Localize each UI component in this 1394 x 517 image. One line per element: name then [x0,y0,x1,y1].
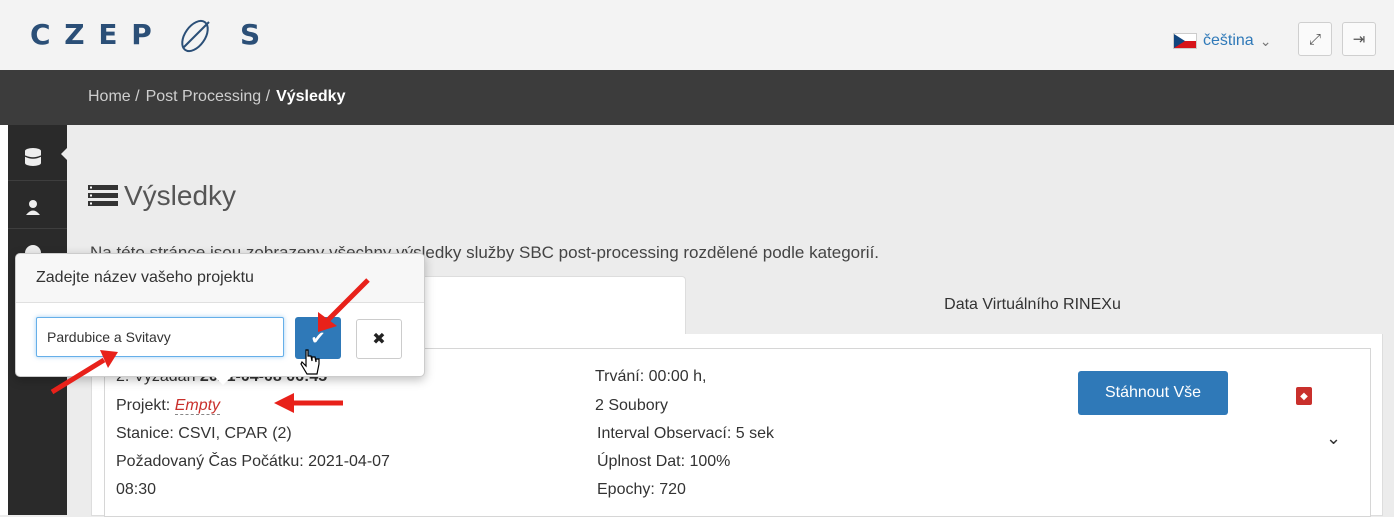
page-title: Výsledky [88,180,236,212]
list-icon [88,185,118,206]
file-count: 2 Soubory [595,397,668,414]
logo-text-left: C Z E P [30,18,154,51]
project-label: Projekt: [116,397,171,414]
cancel-button[interactable]: ✖ [356,319,402,359]
epochs: Epochy: 720 [597,481,686,498]
page-title-text: Výsledky [124,180,237,211]
pdf-icon[interactable]: ◆ [1296,387,1312,405]
start-time: Požadovaný Čas Počátku: 2021-04-07 [116,453,390,470]
hand-cursor-icon [300,349,320,375]
download-all-button[interactable]: Stáhnout Vše [1078,371,1228,415]
top-header: C Z E P S čeština ⌄ ⤢ ⇥ [0,0,1394,70]
logout-button[interactable]: ⇥ [1342,22,1376,56]
breadcrumb: Home / Post Processing / Výsledky [88,88,345,106]
active-indicator [61,146,69,162]
popover-header: Zadejte název vašeho projektu [16,254,424,303]
database-icon[interactable] [18,142,48,172]
user-icon[interactable] [18,192,48,222]
breadcrumb-post-processing[interactable]: Post Processing / [146,88,271,106]
sidebar-edge [0,125,8,515]
duration: Trvání: 00:00 h, [595,368,707,385]
expand-icon: ⤢ [1308,30,1321,48]
check-icon: ✔ [310,327,326,348]
expand-chevron-icon[interactable]: ⌄ [1326,428,1341,449]
project-name-input[interactable] [36,317,284,357]
breadcrumb-current: Výsledky [276,88,346,105]
breadcrumb-home[interactable]: Home / [88,88,140,106]
start-time-cont: 08:30 [116,481,157,498]
stations: Stanice: CSVI, CPAR (2) [116,425,292,442]
sidebar-divider [8,228,67,229]
logo-text-right: S [240,18,263,51]
project-name-popover: Zadejte název vašeho projektu ✔ ✖ [15,253,425,377]
chevron-down-icon: ⌄ [1259,32,1272,49]
observation-interval: Interval Observací: 5 sek [597,425,774,442]
logout-icon: ⇥ [1352,31,1366,48]
close-icon: ✖ [372,331,386,348]
language-label: čeština [1203,32,1254,49]
fullscreen-button[interactable]: ⤢ [1298,22,1332,56]
czech-flag-icon [1173,33,1197,49]
language-selector[interactable]: čeština ⌄ [1173,32,1271,50]
tab-label: Data Virtuálního RINEXu [944,296,1121,313]
project-name-link[interactable]: Empty [174,397,221,415]
tab-virtual-rinex[interactable]: Data Virtuálního RINEXu [684,276,1381,335]
download-all-label: Stáhnout Vše [1104,384,1202,401]
sidebar-divider [8,180,67,181]
data-completeness: Úplnost Dat: 100% [597,453,731,470]
project-line: Projekt: Empty [116,397,221,415]
logo-swoosh-icon [181,19,210,53]
popover-arrow [213,375,233,385]
czepos-logo[interactable]: C Z E P S [30,12,280,58]
popover-title: Zadejte název vašeho projektu [36,269,254,286]
